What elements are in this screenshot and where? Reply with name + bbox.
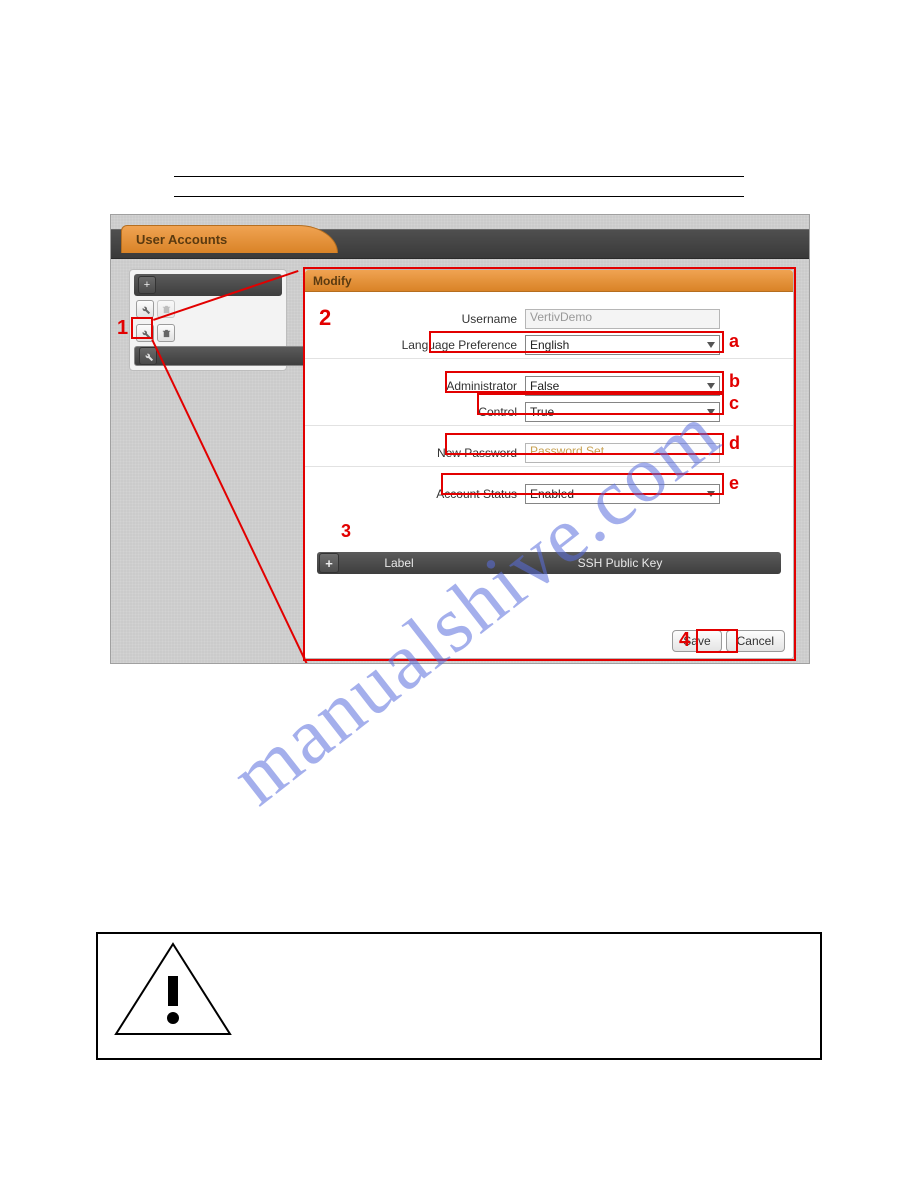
callout-e: e [729,473,739,494]
callout-b: b [729,371,740,392]
callout-box-1 [131,317,153,339]
account-row[interactable] [134,322,282,344]
callout-box-e [441,473,724,495]
trash-icon [161,328,172,339]
user-accounts-screenshot: User Accounts + [110,214,810,664]
callout-box-a [429,331,724,353]
edit-account-button[interactable] [136,300,154,318]
callout-2: 2 [319,305,331,331]
zoom-line-bottom [151,339,308,664]
callout-box-panel [303,267,796,661]
warning-icon [114,942,232,1036]
divider-top [174,176,744,177]
warning-box [96,932,822,1060]
callout-box-4 [696,629,738,653]
wrench-icon [140,304,151,315]
wrench-icon [143,351,154,362]
plus-icon: + [144,279,150,291]
callout-a: a [729,331,739,352]
add-account-button[interactable]: + [138,276,156,294]
callout-box-c [477,393,724,415]
callout-d: d [729,433,740,454]
callout-3: 3 [341,521,351,542]
callout-4: 4 [679,629,690,652]
divider-bottom [174,196,744,197]
callout-1: 1 [117,317,128,340]
callout-box-b [445,371,724,393]
edit-account-button[interactable] [139,347,157,365]
callout-c: c [729,393,739,414]
callout-box-d [445,433,724,455]
tab-user-accounts[interactable]: User Accounts [121,225,338,253]
content-area: + [119,259,801,655]
accounts-toolbar: + [134,274,282,296]
delete-account-button[interactable] [157,324,175,342]
